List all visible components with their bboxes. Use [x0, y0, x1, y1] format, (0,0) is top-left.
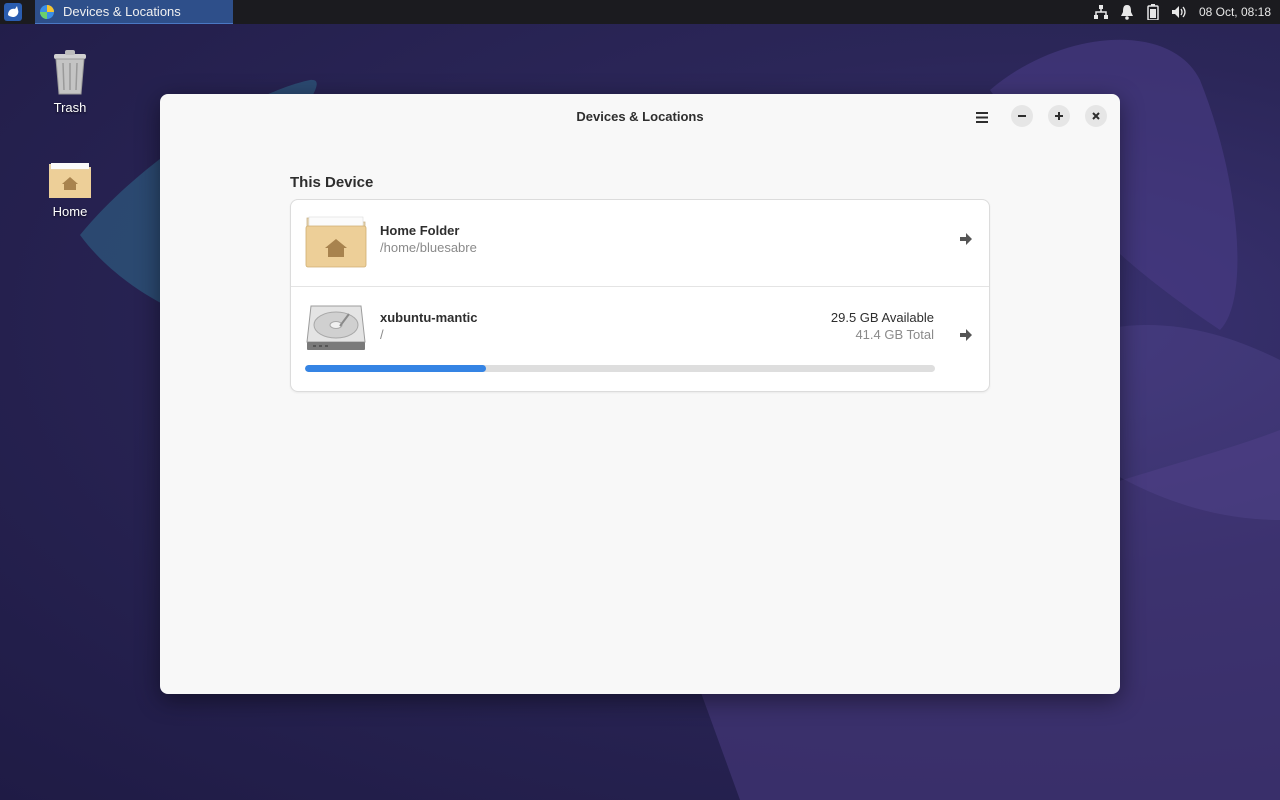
disk-usage-bar	[305, 365, 935, 372]
hard-drive-icon	[306, 305, 366, 350]
devices-locations-window: Devices & Locations This Device Home Fol…	[160, 94, 1120, 694]
location-row-home[interactable]: Home Folder /home/bluesabre	[291, 200, 989, 287]
minimize-button[interactable]	[1011, 105, 1033, 127]
close-icon	[1092, 112, 1100, 120]
location-path: /	[380, 327, 384, 342]
maximize-button[interactable]	[1048, 105, 1070, 127]
taskbar-button-devices-locations[interactable]: Devices & Locations	[35, 0, 233, 24]
total-space: 41.4 GB Total	[855, 327, 934, 342]
network-icon[interactable]	[1093, 4, 1109, 20]
minimize-icon	[1018, 115, 1026, 117]
desktop-icon-label: Trash	[53, 100, 87, 115]
taskbar-button-label: Devices & Locations	[63, 4, 181, 19]
location-path: /home/bluesabre	[380, 240, 477, 255]
hamburger-menu-icon	[976, 111, 988, 123]
open-arrow-icon[interactable]	[959, 328, 973, 342]
home-folder-icon	[49, 163, 91, 198]
title-bar[interactable]: Devices & Locations	[160, 94, 1120, 140]
battery-icon[interactable]	[1145, 4, 1161, 20]
available-space: 29.5 GB Available	[830, 310, 934, 325]
location-row-drive[interactable]: xubuntu-mantic / 29.5 GB Available 41.4 …	[291, 287, 989, 391]
maximize-icon	[1055, 112, 1063, 120]
locations-list: Home Folder /home/bluesabre xubuntu-mant…	[290, 199, 990, 392]
desktop-icon-trash[interactable]: Trash	[30, 50, 110, 115]
whisker-menu-icon[interactable]	[4, 3, 22, 21]
section-title: This Device	[290, 174, 374, 191]
location-name: Home Folder	[380, 223, 460, 238]
open-arrow-icon[interactable]	[959, 232, 973, 246]
clock[interactable]: 08 Oct, 08:18	[1199, 5, 1271, 19]
trash-icon	[54, 50, 86, 95]
hamburger-menu-button[interactable]	[973, 108, 991, 126]
app-icon	[40, 4, 54, 19]
system-tray: 08 Oct, 08:18	[1093, 0, 1280, 24]
desktop-icon-home[interactable]: Home	[30, 160, 110, 219]
top-panel: Devices & Locations 08 Oct, 08:18	[0, 0, 1280, 24]
location-name: xubuntu-mantic	[380, 310, 478, 325]
disk-usage-fill	[305, 365, 486, 372]
notification-bell-icon[interactable]	[1119, 4, 1135, 20]
desktop-icon-label: Home	[52, 204, 88, 219]
home-folder-icon	[305, 216, 367, 268]
volume-icon[interactable]	[1171, 4, 1187, 20]
close-button[interactable]	[1085, 105, 1107, 127]
